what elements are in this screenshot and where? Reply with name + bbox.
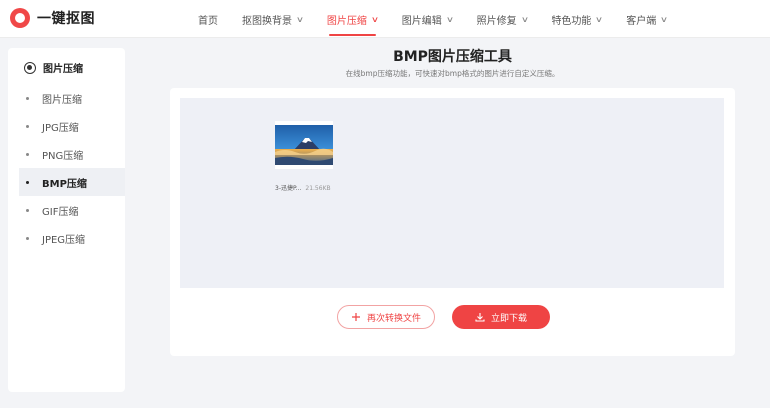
chevron-down-icon: ∨	[370, 14, 379, 24]
top-navigation: 一键抠图 首页 抠图换背景 ∨ 图片压缩 ∨ 图片编辑 ∨ 照片修复 ∨ 特色功能 ∨ 客…	[0, 0, 770, 38]
nav-item-home[interactable]: 首页	[186, 0, 230, 38]
download-label: 立即下载	[490, 313, 527, 324]
sidebar-item-label: JPEG压缩	[42, 234, 86, 246]
page-title: BMP图片压缩工具	[393, 49, 512, 65]
sidebar-item-label: BMP压缩	[42, 178, 87, 190]
sidebar-item-image-compress[interactable]: 图片压缩	[8, 84, 125, 112]
file-dropzone[interactable]: 3-迅捷P... 21.56KB	[180, 98, 724, 288]
chevron-down-icon: ∨	[520, 14, 529, 24]
sidebar-item-label: JPG压缩	[42, 122, 79, 134]
file-info: 3-迅捷P... 21.56KB	[275, 183, 331, 192]
bullet-icon	[26, 152, 29, 156]
plus-icon	[351, 312, 361, 322]
chevron-down-icon: ∨	[595, 14, 604, 24]
nav-item-label: 客户端	[626, 15, 657, 27]
chevron-down-icon: ∨	[660, 14, 669, 24]
file-size: 21.56KB	[305, 185, 331, 192]
sidebar-item-bmp[interactable]: BMP压缩	[19, 168, 125, 196]
main-nav: 首页 抠图换背景 ∨ 图片压缩 ∨ 图片编辑 ∨ 照片修复 ∨ 特色功能 ∨ 客户端 ∨	[186, 0, 679, 38]
nav-item-label: 首页	[198, 15, 218, 27]
bullet-icon	[26, 180, 29, 184]
sidebar-item-label: PNG压缩	[42, 150, 84, 162]
nav-item-compress[interactable]: 图片压缩 ∨	[315, 0, 390, 38]
nav-item-client[interactable]: 客户端 ∨	[614, 0, 679, 38]
convert-again-label: 再次转换文件	[366, 313, 421, 324]
target-circle-icon	[24, 61, 36, 74]
sidebar-item-jpg[interactable]: JPG压缩	[8, 112, 125, 140]
sidebar-item-label: 图片压缩	[42, 94, 82, 106]
tool-panel: 3-迅捷P... 21.56KB 再次转换文件 立即下载	[170, 88, 735, 356]
chevron-down-icon: ∨	[295, 14, 305, 24]
sidebar-item-gif[interactable]: GIF压缩	[8, 196, 125, 224]
brand-name: 一键抠图	[37, 11, 95, 27]
sidebar: 图片压缩 图片压缩 JPG压缩 PNG压缩 BMP压缩 GIF压缩 JPEG压缩	[8, 48, 125, 392]
nav-item-features[interactable]: 特色功能 ∨	[539, 0, 614, 38]
nav-item-label: 照片修复	[476, 15, 517, 27]
download-icon	[475, 312, 485, 322]
chevron-down-icon: ∨	[445, 14, 454, 24]
sidebar-header: 图片压缩	[24, 60, 83, 75]
download-button[interactable]: 立即下载	[452, 305, 550, 329]
file-name: 3-迅捷P...	[275, 185, 302, 192]
page-subtitle: 在线bmp压缩功能，可快速对bmp格式的图片进行自定义压缩。	[345, 69, 560, 78]
bullet-icon	[26, 208, 29, 212]
nav-item-edit[interactable]: 图片编辑 ∨	[390, 0, 465, 38]
nav-item-label: 图片压缩	[326, 15, 367, 27]
nav-item-label: 图片编辑	[401, 15, 442, 27]
nav-item-restore[interactable]: 照片修复 ∨	[465, 0, 540, 38]
file-thumbnail[interactable]	[275, 121, 333, 169]
sidebar-header-label: 图片压缩	[43, 64, 83, 75]
brand-logo[interactable]: 一键抠图	[10, 8, 95, 28]
mountain-image-icon	[275, 125, 333, 165]
bullet-icon	[26, 236, 29, 240]
sidebar-item-label: GIF压缩	[42, 206, 79, 218]
nav-item-cutout[interactable]: 抠图换背景 ∨	[230, 0, 315, 38]
nav-item-label: 特色功能	[551, 15, 592, 27]
convert-again-button[interactable]: 再次转换文件	[337, 305, 435, 329]
nav-item-label: 抠图换背景	[242, 15, 292, 27]
sidebar-item-jpeg[interactable]: JPEG压缩	[8, 224, 125, 252]
sidebar-list: 图片压缩 JPG压缩 PNG压缩 BMP压缩 GIF压缩 JPEG压缩	[8, 84, 125, 252]
bullet-icon	[26, 124, 29, 128]
bullet-icon	[26, 96, 29, 100]
sidebar-item-png[interactable]: PNG压缩	[8, 140, 125, 168]
logo-ring-icon	[10, 8, 30, 28]
